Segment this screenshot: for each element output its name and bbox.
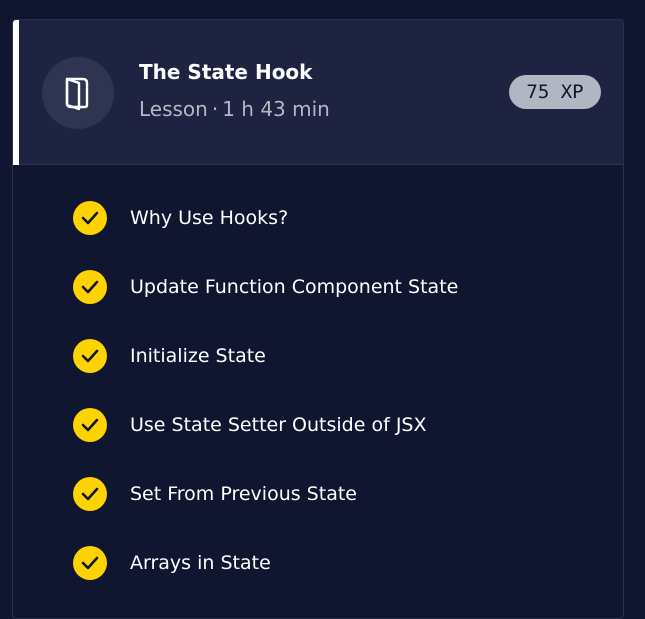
check-circle-icon	[73, 339, 107, 373]
exercise-label: Update Function Component State	[130, 276, 459, 298]
lesson-card: The State Hook Lesson · 1 h 43 min 75 XP W…	[12, 19, 624, 619]
book-icon	[42, 57, 114, 129]
check-circle-icon	[73, 201, 107, 235]
lesson-header[interactable]: The State Hook Lesson · 1 h 43 min 75 XP	[13, 20, 623, 165]
lesson-duration: 1 h 43 min	[222, 97, 330, 121]
xp-badge: 75 XP	[509, 75, 601, 109]
exercise-item[interactable]: Why Use Hooks?	[73, 198, 288, 238]
exercise-item[interactable]: Initialize State	[73, 336, 266, 376]
check-circle-icon	[73, 270, 107, 304]
lesson-title: The State Hook	[139, 60, 313, 84]
exercise-label: Why Use Hooks?	[130, 207, 289, 229]
exercise-item[interactable]: Arrays in State	[73, 543, 271, 583]
check-circle-icon	[73, 408, 107, 442]
exercise-label: Set From Previous State	[130, 483, 357, 505]
meta-separator: ·	[211, 97, 219, 121]
active-indicator	[13, 20, 19, 165]
exercise-label: Use State Setter Outside of JSX	[130, 414, 427, 436]
book-icon-glyph	[65, 77, 89, 111]
exercise-label: Arrays in State	[130, 552, 271, 574]
exercise-item[interactable]: Update Function Component State	[73, 267, 458, 307]
exercise-label: Initialize State	[130, 345, 266, 367]
exercise-item[interactable]: Use State Setter Outside of JSX	[73, 405, 427, 445]
check-circle-icon	[73, 546, 107, 580]
lesson-type: Lesson	[139, 97, 208, 121]
check-circle-icon	[73, 477, 107, 511]
exercise-item[interactable]: Set From Previous State	[73, 474, 357, 514]
lesson-meta: Lesson · 1 h 43 min	[139, 97, 330, 121]
